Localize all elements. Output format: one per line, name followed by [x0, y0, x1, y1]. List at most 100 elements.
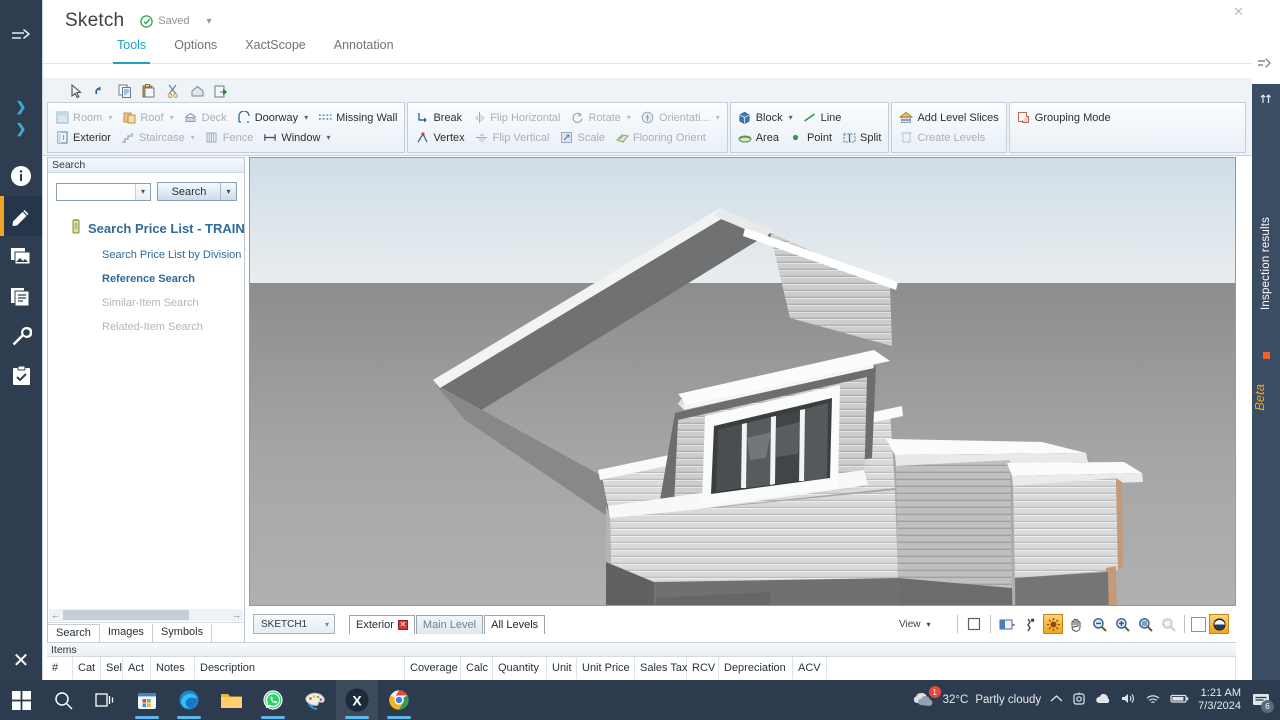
- paint-icon[interactable]: [294, 680, 336, 720]
- pointer-icon[interactable]: [67, 82, 87, 100]
- col-coverage[interactable]: Coverage: [405, 657, 461, 679]
- ribbon-add-level-slices-button[interactable]: Add Level Slices: [894, 108, 1003, 128]
- ribbon-rotate-button[interactable]: Rotate ▾: [566, 108, 636, 128]
- chevron-down-icon[interactable]: ▾: [191, 133, 195, 142]
- collapse-icon[interactable]: [0, 16, 42, 56]
- onedrive-sync-icon[interactable]: [1072, 692, 1086, 709]
- close-icon[interactable]: ✕: [397, 619, 408, 630]
- tab-images[interactable]: Images: [100, 624, 153, 643]
- chevron-down-icon[interactable]: ▾: [135, 183, 150, 200]
- checklist-icon[interactable]: [0, 356, 42, 396]
- level-tab-main-level[interactable]: Main Level: [415, 614, 484, 634]
- tab-annotation[interactable]: Annotation: [320, 38, 408, 63]
- inspection-results-rail[interactable]: Inspection results Beta: [1252, 84, 1280, 684]
- ribbon-line-button[interactable]: Line: [798, 108, 847, 128]
- export-icon[interactable]: [211, 82, 231, 100]
- chevron-down-icon[interactable]: ▾: [927, 620, 931, 629]
- level-tab-exterior[interactable]: Exterior ✕: [349, 614, 415, 634]
- chevron-down-icon[interactable]: ▾: [789, 113, 793, 122]
- link-related-item-search[interactable]: Related-Item Search: [48, 321, 244, 333]
- ribbon-staircase-button[interactable]: Staircase ▾: [116, 128, 200, 148]
- chevron-down-icon[interactable]: ▾: [320, 620, 334, 629]
- chevron-down-icon[interactable]: ▾: [108, 113, 112, 122]
- col-quantity[interactable]: Quantity: [493, 657, 547, 679]
- link-search-price-list-by-division[interactable]: Search Price List by Division: [48, 249, 244, 261]
- ribbon-deck-button[interactable]: Deck: [179, 108, 232, 128]
- ribbon-window-button[interactable]: Window ▾: [258, 128, 335, 148]
- chevron-right-icon-1[interactable]: ❯: [0, 96, 42, 118]
- ribbon-scale-button[interactable]: Scale: [554, 128, 610, 148]
- sketch-selector[interactable]: SKETCH1 ▾: [253, 614, 335, 634]
- sketch-3d-viewport[interactable]: [249, 157, 1236, 606]
- search-price-list-title[interactable]: Search Price List - TRAINI: [48, 219, 244, 237]
- search-icon[interactable]: [42, 680, 84, 720]
- notification-center-icon[interactable]: 6: [1250, 689, 1274, 713]
- wifi-icon[interactable]: [1145, 693, 1161, 708]
- col-unit-price[interactable]: Unit Price: [577, 657, 635, 679]
- zoom-extents-icon[interactable]: [1135, 614, 1155, 634]
- col-act[interactable]: Act: [123, 657, 151, 679]
- window-close-icon[interactable]: ✕: [1233, 4, 1244, 20]
- ribbon-vertex-button[interactable]: Vertex: [410, 128, 469, 148]
- view-layout-icon[interactable]: [997, 614, 1017, 634]
- chevron-down-icon[interactable]: ▾: [304, 113, 308, 122]
- undo-icon[interactable]: [91, 82, 111, 100]
- horizontal-scrollbar[interactable]: ← →: [49, 609, 243, 621]
- ribbon-flip-horizontal-button[interactable]: Flip Horizontal: [467, 108, 565, 128]
- ribbon-split-button[interactable]: Split: [837, 128, 886, 148]
- chevron-down-icon[interactable]: ▾: [627, 113, 631, 122]
- link-reference-search[interactable]: Reference Search: [48, 273, 244, 285]
- volume-icon[interactable]: [1121, 692, 1136, 708]
- chrome-icon[interactable]: [378, 680, 420, 720]
- chevron-down-icon[interactable]: ▾: [207, 16, 212, 27]
- expand-arrows-icon[interactable]: [1260, 92, 1272, 108]
- zoom-out-icon[interactable]: [1089, 614, 1109, 634]
- col-sel[interactable]: Sel: [101, 657, 123, 679]
- paste-icon[interactable]: [139, 82, 159, 100]
- pan-hand-icon[interactable]: [1066, 614, 1086, 634]
- zoom-in-icon[interactable]: [1112, 614, 1132, 634]
- ribbon-point-button[interactable]: Point: [784, 128, 837, 148]
- ribbon-create-levels-button[interactable]: Create Levels: [894, 128, 990, 148]
- documents-icon[interactable]: [0, 276, 42, 316]
- col-description[interactable]: Description: [195, 657, 405, 679]
- info-icon[interactable]: [0, 156, 42, 196]
- cut-icon[interactable]: [163, 82, 183, 100]
- start-icon[interactable]: [0, 680, 42, 720]
- ribbon-roof-button[interactable]: Roof ▾: [117, 108, 178, 128]
- scroll-right-icon[interactable]: →: [230, 610, 243, 620]
- onedrive-cloud-icon[interactable]: [1095, 693, 1112, 708]
- zoom-window-icon[interactable]: [1158, 614, 1178, 634]
- ribbon-missing-wall-button[interactable]: Missing Wall: [313, 108, 402, 128]
- walk-icon[interactable]: [1020, 614, 1040, 634]
- col-depreciation[interactable]: Depreciation: [719, 657, 793, 679]
- scroll-left-icon[interactable]: ←: [49, 610, 62, 620]
- chevron-up-icon[interactable]: [1050, 694, 1063, 706]
- col-rcv[interactable]: RCV: [687, 657, 719, 679]
- col-number[interactable]: #: [47, 657, 73, 679]
- edge-icon[interactable]: [168, 680, 210, 720]
- tab-symbols[interactable]: Symbols: [153, 624, 213, 643]
- photos-icon[interactable]: [0, 236, 42, 276]
- whatsapp-icon[interactable]: [252, 680, 294, 720]
- orbit-icon[interactable]: [1043, 614, 1063, 634]
- chevron-down-icon[interactable]: ▾: [170, 113, 174, 122]
- chevron-down-icon[interactable]: ▾: [326, 133, 330, 142]
- battery-icon[interactable]: [1170, 693, 1189, 707]
- ribbon-room-button[interactable]: Room ▾: [50, 108, 117, 128]
- render-ball-icon[interactable]: [1209, 614, 1229, 634]
- close-panel-icon[interactable]: ✕: [0, 640, 42, 680]
- ribbon-flip-vertical-button[interactable]: Flip Vertical: [470, 128, 555, 148]
- tab-xactscope[interactable]: XactScope: [231, 38, 319, 63]
- col-cat[interactable]: Cat: [73, 657, 101, 679]
- tools-wrench-icon[interactable]: [0, 316, 42, 356]
- chevron-down-icon[interactable]: ▾: [220, 183, 236, 200]
- xactimate-icon[interactable]: X: [336, 680, 378, 720]
- sketch-pencil-icon[interactable]: [0, 196, 42, 236]
- chevron-right-icon-2[interactable]: ❯: [0, 118, 42, 140]
- tab-options[interactable]: Options: [160, 38, 231, 63]
- weather-widget[interactable]: 1 32°C Partly cloudy: [912, 686, 1041, 710]
- tab-tools[interactable]: Tools: [103, 38, 160, 64]
- scrollbar-thumb[interactable]: [63, 610, 189, 620]
- select-rect-icon[interactable]: [964, 614, 984, 634]
